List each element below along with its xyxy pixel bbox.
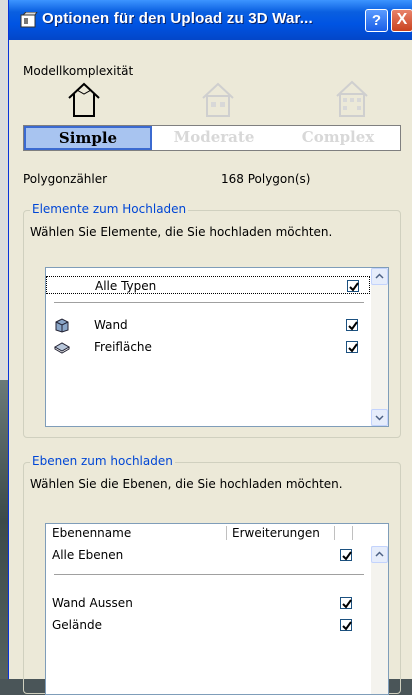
complex-house-icon[interactable]	[335, 80, 369, 120]
column-divider[interactable]	[352, 526, 353, 540]
layers-description: Wählen Sie die Ebenen, die Sie hochladen…	[30, 477, 343, 491]
layer-label-gelaende: Gelände	[52, 618, 102, 632]
wall-icon	[54, 317, 70, 336]
list-separator	[54, 574, 364, 575]
elements-group: Elemente zum Hochladen Wählen Sie Elemen…	[23, 202, 401, 438]
list-separator	[54, 302, 364, 303]
title-bar[interactable]: Optionen für den Upload zu 3D War... ? X	[9, 0, 412, 40]
layer-row-wand-aussen[interactable]: Wand Aussen	[46, 594, 370, 612]
layers-all-row[interactable]: Alle Ebenen	[46, 546, 370, 564]
layers-scrollbar[interactable]	[371, 546, 388, 694]
moderate-house-icon[interactable]	[201, 80, 235, 120]
element-label-freiflaeche: Freifläche	[94, 340, 152, 354]
layer-row-gelaende[interactable]: Gelände	[46, 616, 370, 634]
complexity-complex[interactable]: Complex	[276, 126, 400, 150]
complexity-simple[interactable]: Simple	[24, 126, 152, 150]
complexity-label: Modellkomplexität	[23, 64, 134, 78]
element-checkbox-freiflaeche[interactable]	[346, 341, 358, 353]
element-checkbox-wand[interactable]	[346, 319, 358, 331]
element-row-freiflaeche[interactable]: Freifläche	[46, 338, 370, 356]
column-divider[interactable]	[334, 526, 335, 540]
element-row-wand[interactable]: Wand	[46, 316, 370, 334]
layer-checkbox-wand-aussen[interactable]	[340, 597, 352, 609]
layer-checkbox-gelaende[interactable]	[340, 619, 352, 631]
element-label-wand: Wand	[94, 318, 128, 332]
layers-all-label: Alle Ebenen	[52, 548, 124, 562]
layers-list[interactable]: Ebenenname Erweiterungen Alle Ebenen Wan…	[45, 523, 389, 695]
simple-house-icon[interactable]	[67, 80, 101, 120]
elements-all-row[interactable]: Alle Typen	[46, 276, 370, 294]
elements-list[interactable]: Alle Typen Wand Freifläche	[45, 267, 389, 427]
scroll-up-button[interactable]	[371, 546, 388, 563]
layer-label-wand-aussen: Wand Aussen	[52, 596, 133, 610]
scroll-down-button[interactable]	[371, 409, 388, 426]
window-title: Optionen für den Upload zu 3D War...	[42, 10, 313, 27]
elements-all-label: Alle Typen	[95, 279, 157, 293]
elements-description: Wählen Sie Elemente, die Sie hochladen m…	[30, 225, 333, 239]
column-divider[interactable]	[226, 526, 227, 540]
upload-options-dialog: Optionen für den Upload zu 3D War... ? X…	[8, 0, 412, 695]
complexity-moderate[interactable]: Moderate	[152, 126, 276, 150]
surface-icon	[53, 339, 71, 358]
column-header-extensions[interactable]: Erweiterungen	[232, 524, 320, 542]
elements-group-legend: Elemente zum Hochladen	[30, 202, 189, 216]
polygon-count-value: 168 Polygon(s)	[221, 172, 311, 186]
close-button[interactable]: X	[391, 9, 412, 32]
polygon-count-label: Polygonzähler	[23, 172, 108, 186]
complexity-selector: Simple Moderate Complex	[23, 125, 401, 151]
layers-all-checkbox[interactable]	[340, 549, 352, 561]
layers-group: Ebenen zum hochladen Wählen Sie die Eben…	[23, 454, 401, 695]
help-button[interactable]: ?	[365, 9, 388, 32]
elements-scrollbar[interactable]	[371, 268, 388, 426]
elements-all-checkbox[interactable]	[347, 280, 359, 292]
column-header-layer-name[interactable]: Ebenenname	[52, 524, 131, 542]
scroll-up-button[interactable]	[371, 268, 388, 285]
layers-group-legend: Ebenen zum hochladen	[30, 454, 175, 468]
app-icon	[20, 11, 38, 28]
